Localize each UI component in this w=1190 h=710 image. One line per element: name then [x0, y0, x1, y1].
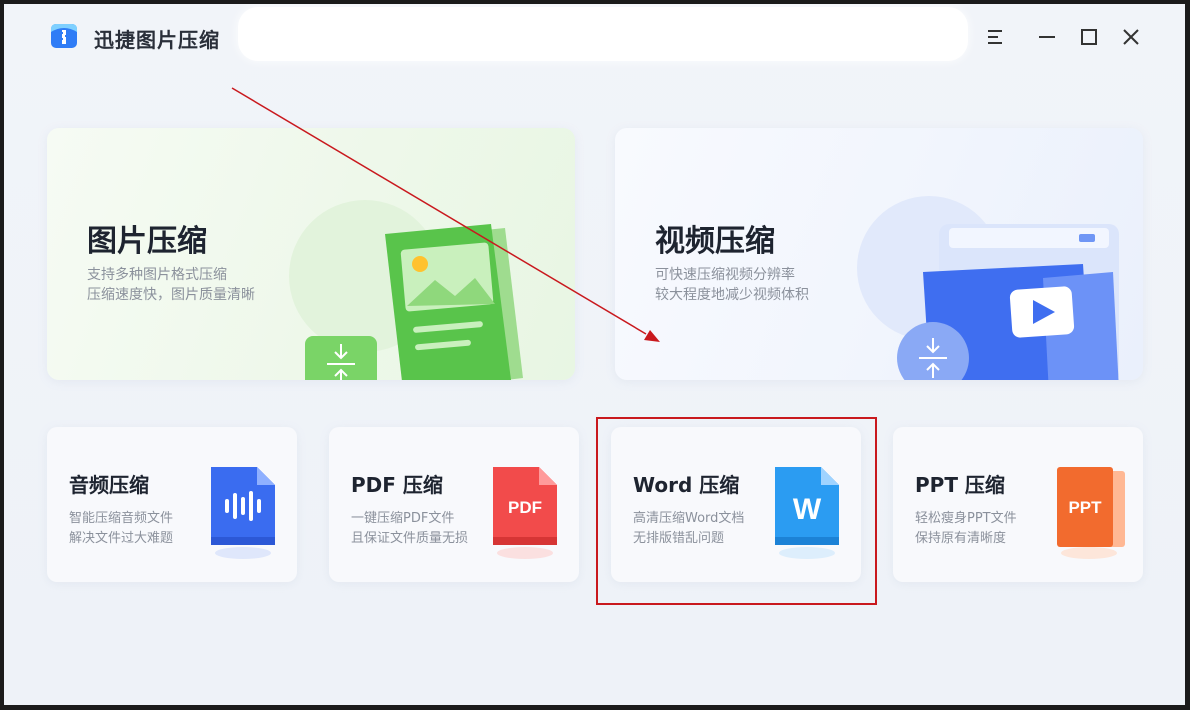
word-compress-desc-1: 高清压缩Word文档: [633, 511, 745, 526]
ppt-compress-title: PPT 压缩: [915, 473, 1005, 497]
minimize-icon: [1039, 36, 1055, 38]
image-compress-illustration: [289, 200, 523, 380]
ppt-compress-desc-1: 轻松瘦身PPT文件: [915, 511, 1017, 526]
image-compress-desc-2: 压缩速度快，图片质量清晰: [87, 287, 255, 303]
video-compress-desc-2: 较大程度地减少视频体积: [655, 287, 809, 303]
pdf-compress-card[interactable]: PDF 压缩 一键压缩PDF文件 且保证文件质量无损 PDF: [329, 427, 579, 582]
video-compress-illustration: [857, 196, 1119, 380]
pdf-compress-desc-1: 一键压缩PDF文件: [351, 511, 455, 526]
pdf-file-icon: PDF: [493, 467, 557, 559]
app-logo-icon: [51, 24, 77, 48]
title-bar-blank-area: [238, 7, 968, 61]
ppt-compress-card[interactable]: PPT 压缩 轻松瘦身PPT文件 保持原有清晰度 PPT: [893, 427, 1143, 582]
audio-compress-desc-1: 智能压缩音频文件: [69, 511, 174, 526]
close-icon: [1123, 29, 1139, 45]
image-compress-desc-1: 支持多种图片格式压缩: [87, 267, 227, 283]
image-compress-title: 图片压缩: [87, 224, 207, 259]
maximize-icon: [1081, 29, 1097, 45]
close-button[interactable]: [1116, 22, 1146, 52]
word-icon-label: W: [793, 493, 822, 526]
video-compress-title: 视频压缩: [655, 224, 775, 259]
minimize-button[interactable]: [1032, 22, 1062, 52]
ppt-icon-label: PPT: [1068, 498, 1102, 517]
menu-button[interactable]: [980, 22, 1010, 52]
menu-icon: [988, 30, 1002, 44]
audio-compress-desc-2: 解决文件过大难题: [69, 531, 174, 546]
audio-compress-card[interactable]: 音频压缩 智能压缩音频文件 解决文件过大难题: [47, 427, 297, 582]
word-compress-desc-2: 无排版错乱问题: [633, 531, 725, 546]
audio-compress-title: 音频压缩: [69, 473, 149, 497]
app-title: 迅捷图片压缩: [94, 28, 220, 52]
pdf-compress-title: PDF 压缩: [351, 473, 443, 497]
word-compress-title: Word 压缩: [633, 473, 740, 497]
image-compress-card[interactable]: 图片压缩 支持多种图片格式压缩 压缩速度快，图片质量清晰: [47, 128, 575, 380]
word-file-icon: W: [775, 467, 839, 559]
maximize-button[interactable]: [1074, 22, 1104, 52]
pdf-icon-label: PDF: [508, 498, 542, 517]
video-compress-desc-1: 可快速压缩视频分辨率: [655, 267, 795, 283]
audio-file-icon: [211, 467, 275, 559]
video-compress-card[interactable]: 视频压缩 可快速压缩视频分辨率 较大程度地减少视频体积: [615, 128, 1143, 380]
app-window: 迅捷图片压缩 图片压缩 支持多种图片格式压缩 压缩速度快，图片质量清晰 视频压缩…: [4, 4, 1185, 705]
word-compress-card[interactable]: Word 压缩 高清压缩Word文档 无排版错乱问题 W: [611, 427, 861, 582]
pdf-compress-desc-2: 且保证文件质量无损: [351, 531, 469, 546]
ppt-compress-desc-2: 保持原有清晰度: [915, 531, 1007, 546]
ppt-file-icon: PPT: [1057, 467, 1125, 559]
title-bar: 迅捷图片压缩: [4, 4, 1185, 68]
